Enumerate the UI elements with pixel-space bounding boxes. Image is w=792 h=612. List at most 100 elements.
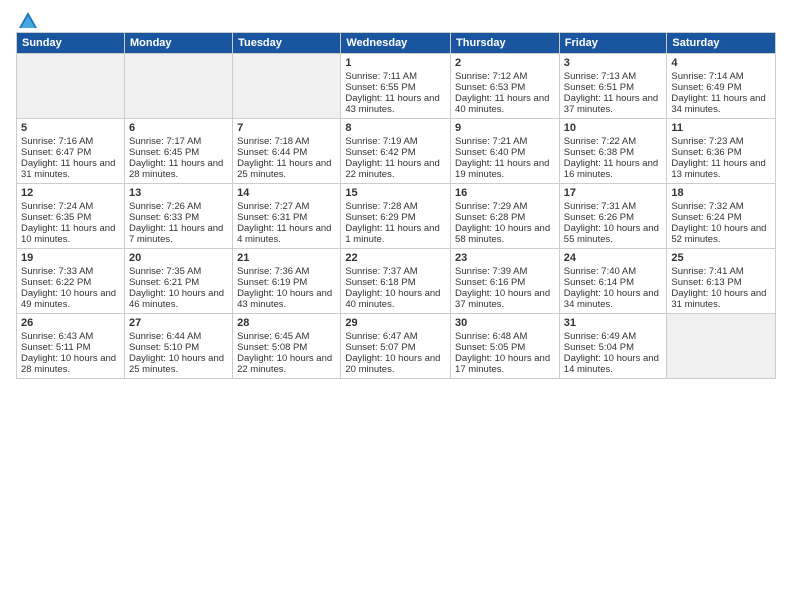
calendar-cell: 13Sunrise: 7:26 AMSunset: 6:33 PMDayligh…: [124, 184, 232, 249]
daylight-text: Daylight: 10 hours and 46 minutes.: [129, 288, 228, 310]
header: [16, 10, 776, 26]
logo: [16, 10, 40, 26]
sunrise-text: Sunrise: 7:39 AM: [455, 266, 555, 277]
calendar-cell: 14Sunrise: 7:27 AMSunset: 6:31 PMDayligh…: [233, 184, 341, 249]
daylight-text: Daylight: 10 hours and 31 minutes.: [671, 288, 771, 310]
sunrise-text: Sunrise: 7:26 AM: [129, 201, 228, 212]
sunrise-text: Sunrise: 7:17 AM: [129, 136, 228, 147]
daylight-text: Daylight: 11 hours and 25 minutes.: [237, 158, 336, 180]
calendar-cell: 16Sunrise: 7:29 AMSunset: 6:28 PMDayligh…: [451, 184, 560, 249]
calendar-day-header: Wednesday: [341, 33, 451, 54]
daylight-text: Daylight: 11 hours and 43 minutes.: [345, 93, 446, 115]
sunrise-text: Sunrise: 7:18 AM: [237, 136, 336, 147]
daylight-text: Daylight: 10 hours and 25 minutes.: [129, 353, 228, 375]
sunset-text: Sunset: 6:33 PM: [129, 212, 228, 223]
sunrise-text: Sunrise: 7:37 AM: [345, 266, 446, 277]
day-number: 10: [564, 122, 663, 134]
day-number: 9: [455, 122, 555, 134]
calendar-cell: 4Sunrise: 7:14 AMSunset: 6:49 PMDaylight…: [667, 54, 776, 119]
sunrise-text: Sunrise: 7:41 AM: [671, 266, 771, 277]
calendar-day-header: Tuesday: [233, 33, 341, 54]
daylight-text: Daylight: 11 hours and 19 minutes.: [455, 158, 555, 180]
sunrise-text: Sunrise: 6:49 AM: [564, 331, 663, 342]
calendar-day-header: Saturday: [667, 33, 776, 54]
calendar-cell: [124, 54, 232, 119]
calendar-cell: 12Sunrise: 7:24 AMSunset: 6:35 PMDayligh…: [17, 184, 125, 249]
sunset-text: Sunset: 6:21 PM: [129, 277, 228, 288]
day-number: 18: [671, 187, 771, 199]
calendar-cell: 6Sunrise: 7:17 AMSunset: 6:45 PMDaylight…: [124, 119, 232, 184]
calendar-week-row: 12Sunrise: 7:24 AMSunset: 6:35 PMDayligh…: [17, 184, 776, 249]
day-number: 6: [129, 122, 228, 134]
calendar-cell: [667, 314, 776, 379]
daylight-text: Daylight: 11 hours and 37 minutes.: [564, 93, 663, 115]
daylight-text: Daylight: 10 hours and 49 minutes.: [21, 288, 120, 310]
daylight-text: Daylight: 10 hours and 20 minutes.: [345, 353, 446, 375]
sunrise-text: Sunrise: 7:31 AM: [564, 201, 663, 212]
day-number: 12: [21, 187, 120, 199]
calendar-cell: 23Sunrise: 7:39 AMSunset: 6:16 PMDayligh…: [451, 249, 560, 314]
daylight-text: Daylight: 10 hours and 40 minutes.: [345, 288, 446, 310]
sunrise-text: Sunrise: 6:43 AM: [21, 331, 120, 342]
day-number: 22: [345, 252, 446, 264]
sunset-text: Sunset: 6:47 PM: [21, 147, 120, 158]
daylight-text: Daylight: 10 hours and 55 minutes.: [564, 223, 663, 245]
calendar-cell: 17Sunrise: 7:31 AMSunset: 6:26 PMDayligh…: [559, 184, 667, 249]
calendar-cell: 8Sunrise: 7:19 AMSunset: 6:42 PMDaylight…: [341, 119, 451, 184]
sunrise-text: Sunrise: 7:33 AM: [21, 266, 120, 277]
day-number: 4: [671, 57, 771, 69]
calendar-cell: 25Sunrise: 7:41 AMSunset: 6:13 PMDayligh…: [667, 249, 776, 314]
calendar-cell: 18Sunrise: 7:32 AMSunset: 6:24 PMDayligh…: [667, 184, 776, 249]
sunrise-text: Sunrise: 7:35 AM: [129, 266, 228, 277]
calendar-cell: [233, 54, 341, 119]
calendar-day-header: Friday: [559, 33, 667, 54]
day-number: 13: [129, 187, 228, 199]
sunset-text: Sunset: 5:08 PM: [237, 342, 336, 353]
sunset-text: Sunset: 6:53 PM: [455, 82, 555, 93]
sunset-text: Sunset: 5:10 PM: [129, 342, 228, 353]
sunrise-text: Sunrise: 7:27 AM: [237, 201, 336, 212]
day-number: 24: [564, 252, 663, 264]
sunrise-text: Sunrise: 6:44 AM: [129, 331, 228, 342]
sunset-text: Sunset: 6:38 PM: [564, 147, 663, 158]
daylight-text: Daylight: 10 hours and 22 minutes.: [237, 353, 336, 375]
daylight-text: Daylight: 10 hours and 28 minutes.: [21, 353, 120, 375]
sunset-text: Sunset: 5:04 PM: [564, 342, 663, 353]
day-number: 8: [345, 122, 446, 134]
sunset-text: Sunset: 6:49 PM: [671, 82, 771, 93]
calendar-cell: 1Sunrise: 7:11 AMSunset: 6:55 PMDaylight…: [341, 54, 451, 119]
calendar-cell: [17, 54, 125, 119]
calendar-cell: 28Sunrise: 6:45 AMSunset: 5:08 PMDayligh…: [233, 314, 341, 379]
calendar-cell: 3Sunrise: 7:13 AMSunset: 6:51 PMDaylight…: [559, 54, 667, 119]
sunrise-text: Sunrise: 7:29 AM: [455, 201, 555, 212]
sunrise-text: Sunrise: 7:24 AM: [21, 201, 120, 212]
day-number: 15: [345, 187, 446, 199]
sunset-text: Sunset: 6:19 PM: [237, 277, 336, 288]
sunset-text: Sunset: 6:14 PM: [564, 277, 663, 288]
daylight-text: Daylight: 10 hours and 58 minutes.: [455, 223, 555, 245]
day-number: 27: [129, 317, 228, 329]
day-number: 1: [345, 57, 446, 69]
calendar-header-row: SundayMondayTuesdayWednesdayThursdayFrid…: [17, 33, 776, 54]
sunset-text: Sunset: 6:31 PM: [237, 212, 336, 223]
daylight-text: Daylight: 11 hours and 10 minutes.: [21, 223, 120, 245]
daylight-text: Daylight: 11 hours and 31 minutes.: [21, 158, 120, 180]
calendar-cell: 31Sunrise: 6:49 AMSunset: 5:04 PMDayligh…: [559, 314, 667, 379]
day-number: 28: [237, 317, 336, 329]
daylight-text: Daylight: 11 hours and 16 minutes.: [564, 158, 663, 180]
sunset-text: Sunset: 5:05 PM: [455, 342, 555, 353]
page-container: SundayMondayTuesdayWednesdayThursdayFrid…: [0, 0, 792, 389]
calendar-cell: 22Sunrise: 7:37 AMSunset: 6:18 PMDayligh…: [341, 249, 451, 314]
daylight-text: Daylight: 11 hours and 28 minutes.: [129, 158, 228, 180]
sunset-text: Sunset: 6:28 PM: [455, 212, 555, 223]
sunrise-text: Sunrise: 7:23 AM: [671, 136, 771, 147]
day-number: 11: [671, 122, 771, 134]
daylight-text: Daylight: 10 hours and 37 minutes.: [455, 288, 555, 310]
sunrise-text: Sunrise: 7:12 AM: [455, 71, 555, 82]
calendar-cell: 27 Sunrise: 6:44 AMSunset: 5:10 PMDayligh…: [124, 314, 232, 379]
calendar-day-header: Sunday: [17, 33, 125, 54]
day-number: 29: [345, 317, 446, 329]
sunset-text: Sunset: 5:07 PM: [345, 342, 446, 353]
sunrise-text: Sunrise: 6:47 AM: [345, 331, 446, 342]
day-number: 14: [237, 187, 336, 199]
